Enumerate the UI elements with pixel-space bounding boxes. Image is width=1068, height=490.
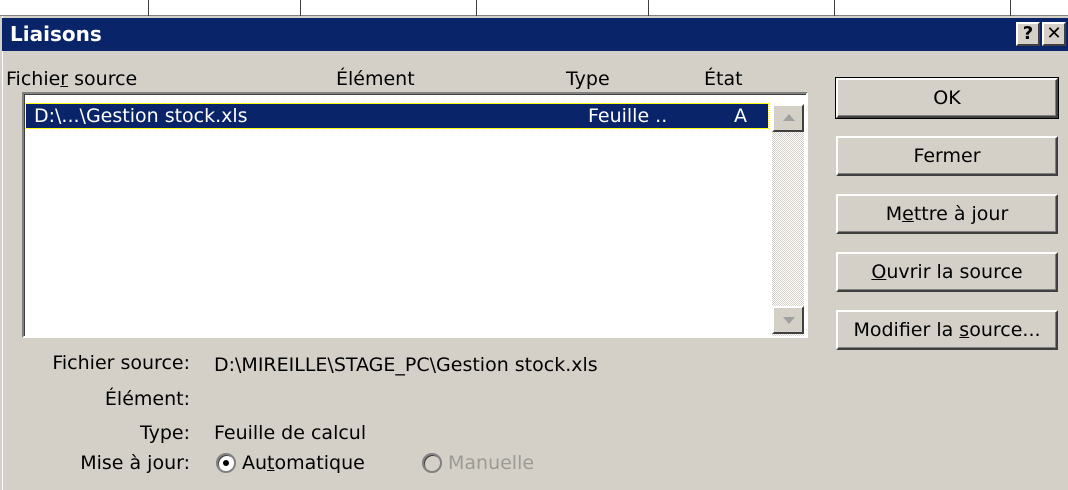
spreadsheet-background (0, 0, 1068, 16)
manual-update-radio[interactable] (422, 453, 442, 473)
auto-update-label[interactable]: Automatique (242, 452, 365, 474)
column-divider (1010, 0, 1011, 16)
source-file-value: D:\MIREILLE\STAGE_PC\Gestion stock.xls (214, 354, 598, 376)
change-source-button[interactable]: Modifier la source... (836, 310, 1058, 350)
scroll-down-button[interactable] (772, 306, 804, 334)
close-icon[interactable]: ✕ (1042, 22, 1066, 46)
column-divider (148, 0, 149, 16)
radio-checked-dot (223, 460, 229, 466)
help-button[interactable]: ? (1016, 22, 1040, 46)
arrow-down-icon (783, 317, 795, 324)
type-value: Feuille de calcul (214, 422, 367, 444)
scroll-up-button[interactable] (772, 104, 804, 132)
manual-update-label[interactable]: Manuelle (448, 452, 534, 474)
column-divider (648, 0, 649, 16)
scrollbar-track[interactable] (772, 104, 804, 336)
link-type-cell: Feuille .. (588, 105, 668, 127)
type-label: Type: (139, 422, 190, 444)
ok-button[interactable]: OK (835, 77, 1059, 119)
column-divider (300, 0, 301, 16)
auto-update-radio[interactable] (216, 453, 236, 473)
column-header-state[interactable]: État (704, 68, 743, 90)
source-file-label: Fichier source: (52, 352, 190, 374)
update-label: Mise à jour: (80, 452, 190, 474)
column-header-element[interactable]: Élément (336, 68, 415, 90)
element-label: Élément: (104, 388, 190, 410)
arrow-up-icon (783, 114, 795, 121)
column-divider (834, 0, 835, 16)
update-now-button[interactable]: Mettre à jour (836, 194, 1058, 234)
column-header-type[interactable]: Type (566, 68, 610, 90)
open-source-button[interactable]: Ouvrir la source (836, 252, 1058, 292)
column-divider (476, 0, 477, 16)
title-bar[interactable] (2, 18, 1068, 51)
dialog-title: Liaisons (10, 22, 102, 46)
column-header-source[interactable]: Fichier source (6, 68, 137, 90)
link-state-cell: A (734, 105, 747, 127)
links-list[interactable] (22, 92, 808, 338)
link-source-cell: D:\...\Gestion stock.xls (34, 105, 248, 127)
close-button[interactable]: Fermer (836, 136, 1058, 176)
